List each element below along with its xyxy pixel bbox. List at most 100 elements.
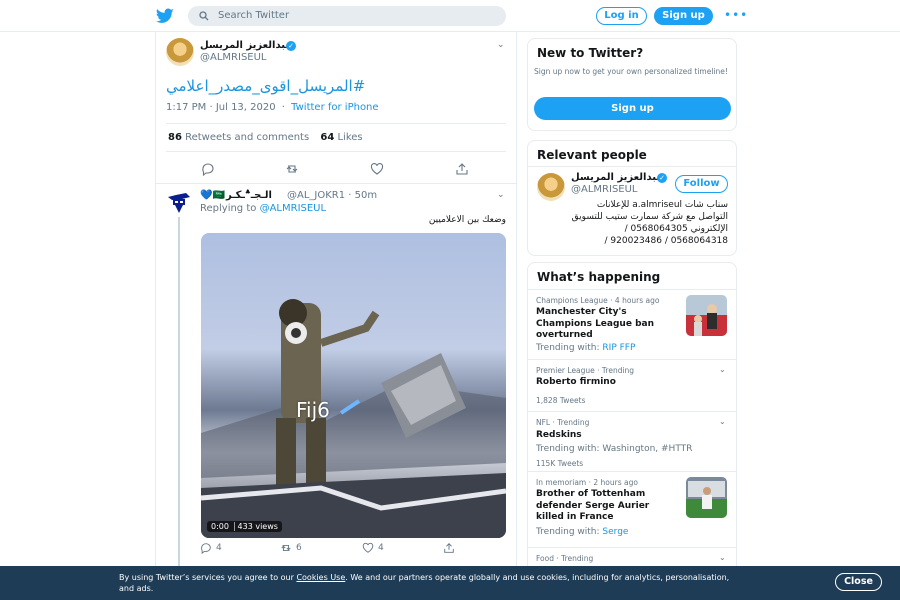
trend-with: Trending with: RIP FFP (536, 343, 635, 353)
trend-meta: Champions League · 4 hours ago (536, 296, 660, 305)
divider (166, 123, 506, 124)
author-handle[interactable]: @ALMRISEUL (200, 52, 267, 63)
card-description: Sign up now to get your own personalized… (534, 67, 728, 76)
new-to-twitter-card: New to Twitter? Sign up now to get your … (527, 38, 737, 131)
card-title: New to Twitter? (537, 46, 644, 60)
video-frame (201, 299, 506, 538)
verified-icon: ✓ (286, 41, 296, 51)
like-icon[interactable] (370, 162, 384, 176)
trend-name: Brother of Tottenham defender Serge Auri… (536, 489, 650, 522)
person-bio: سناب شات a.almriseul للإعلانات التواصل م… (571, 200, 728, 246)
reply-icon (201, 543, 211, 555)
card-title: Relevant people (537, 148, 647, 162)
retweet-count: 6 (296, 543, 302, 553)
follow-button[interactable]: Follow (675, 175, 728, 193)
whats-happening-card: What’s happening Champions League · 4 ho… (527, 262, 737, 582)
video-time-badge: 0:00 433 views (207, 521, 282, 532)
relevant-people-card: Relevant people عبدالعزيز المريسل ✓ @ALM… (527, 140, 737, 256)
trend-with-prefix: Trending with: (536, 343, 600, 353)
trend-item[interactable]: Champions League · 4 hours ago Mancheste… (528, 289, 736, 359)
top-bar: Search Twitter Log in Sign up ••• (0, 0, 900, 32)
trend-with-link[interactable]: Serge (602, 527, 628, 537)
replying-prefix: Replying to (200, 203, 257, 214)
cookie-text: By using Twitter’s services you agree to… (119, 572, 739, 594)
trend-name: Manchester City's Champions League ban o… (536, 307, 654, 340)
retweet-icon (281, 544, 291, 552)
trend-with: Trending with: Washington, #HTTR (536, 444, 693, 454)
trend-with-prefix: Trending with: (536, 527, 600, 537)
like-icon (362, 542, 374, 553)
chevron-down-icon[interactable]: ⌄ (719, 553, 726, 562)
replying-to: Replying to @ALMRISEUL (200, 203, 326, 214)
divider (528, 166, 736, 167)
trend-thumbnail (686, 477, 727, 518)
trend-name: Redskins (536, 430, 582, 440)
avatar[interactable] (166, 38, 194, 66)
reply-tweet[interactable]: 💙🇸🇦 الـجـ؞ـكـر @AL_JOKR1 · 50m ⌄ Replyin… (156, 184, 516, 600)
share-action[interactable] (443, 542, 455, 557)
search-icon (199, 11, 209, 21)
card-title: What’s happening (537, 270, 661, 284)
signup-button[interactable]: Sign up (654, 7, 713, 25)
trend-count: 115K Tweets (536, 459, 584, 468)
trend-item[interactable]: In memoriam · 2 hours ago Brother of Tot… (528, 471, 736, 547)
trend-with-link[interactable]: RIP FFP (602, 343, 635, 353)
trend-name: Roberto firmino (536, 377, 616, 387)
chevron-down-icon[interactable]: ⌄ (497, 190, 505, 200)
meta-separator: · (281, 102, 285, 113)
tweet-stats: 86 Retweets and comments 64 Likes (168, 132, 363, 143)
reply-text: وضعك بين الاعلاميين (428, 215, 506, 225)
tweet-source[interactable]: Twitter for iPhone (291, 102, 378, 113)
replying-to-link[interactable]: @ALMRISEUL (260, 203, 327, 214)
person-handle[interactable]: @ALMRISEUL (571, 184, 638, 195)
person-name[interactable]: عبدالعزيز المريسل (571, 172, 663, 183)
retweet-icon[interactable] (285, 162, 299, 176)
likes-label[interactable]: Likes (337, 132, 362, 143)
main-tweet: عبدالعزيز المريسل ✓ @ALMRISEUL ⌄ #المريس… (156, 32, 516, 184)
chevron-down-icon[interactable]: ⌄ (497, 40, 505, 50)
likes-count: 64 (320, 132, 335, 143)
trend-thumbnail (686, 295, 727, 336)
retweet-action[interactable]: 6 (280, 542, 302, 557)
share-icon[interactable] (455, 162, 469, 176)
trend-meta: In memoriam · 2 hours ago (536, 478, 638, 487)
author-name[interactable]: الـجـ؞ـكـر (226, 190, 272, 201)
tweet-time[interactable]: 1:17 PM · Jul 13, 2020 (166, 102, 276, 113)
chevron-down-icon[interactable]: ⌄ (719, 365, 726, 374)
more-menu-icon[interactable]: ••• (724, 8, 748, 22)
chevron-down-icon[interactable]: ⌄ (719, 417, 726, 426)
close-button[interactable]: Close (835, 573, 882, 591)
reply-count: 4 (216, 543, 222, 553)
video-player[interactable]: Fij6 0:00 433 views (201, 233, 506, 538)
trend-with: Trending with: Serge (536, 527, 628, 537)
cookies-use-link[interactable]: Cookies Use (296, 573, 345, 582)
trend-count: 1,828 Tweets (536, 396, 586, 405)
divider (166, 151, 506, 152)
tweet-meta: 1:17 PM · Jul 13, 2020 · Twitter for iPh… (166, 102, 379, 113)
reply-action[interactable]: 4 (200, 542, 222, 557)
verified-icon: ✓ (657, 173, 667, 183)
video-watermark: Fij6 (296, 398, 330, 422)
video-views: 433 views (233, 522, 278, 531)
trend-item[interactable]: Premier League · Trending Roberto firmin… (528, 359, 736, 411)
author-name[interactable]: عبدالعزيز المريسل (200, 40, 292, 51)
like-count: 4 (378, 543, 384, 553)
avatar[interactable] (537, 173, 565, 201)
twitter-logo-icon[interactable] (156, 8, 174, 24)
search-placeholder: Search Twitter (218, 10, 290, 21)
tweet-hashtag[interactable]: #المريسل_اقوى_مصدر_اعلامي (166, 77, 365, 95)
avatar[interactable] (166, 189, 192, 215)
cookie-text-before: By using Twitter’s services you agree to… (119, 573, 294, 582)
login-button[interactable]: Log in (596, 7, 647, 25)
author-handle[interactable]: @AL_JOKR1 · 50m (287, 190, 377, 201)
like-action[interactable]: 4 (362, 542, 384, 557)
signup-card-button[interactable]: Sign up (534, 97, 731, 120)
retweets-label[interactable]: Retweets and comments (185, 132, 309, 143)
trend-meta: Premier League · Trending (536, 366, 635, 375)
profile-flags: 💙🇸🇦 (200, 190, 225, 201)
thread-line (178, 217, 180, 600)
search-input[interactable]: Search Twitter (188, 6, 506, 26)
reply-icon[interactable] (201, 162, 215, 176)
trend-meta: NFL · Trending (536, 418, 590, 427)
trend-item[interactable]: NFL · Trending Redskins Trending with: W… (528, 411, 736, 471)
